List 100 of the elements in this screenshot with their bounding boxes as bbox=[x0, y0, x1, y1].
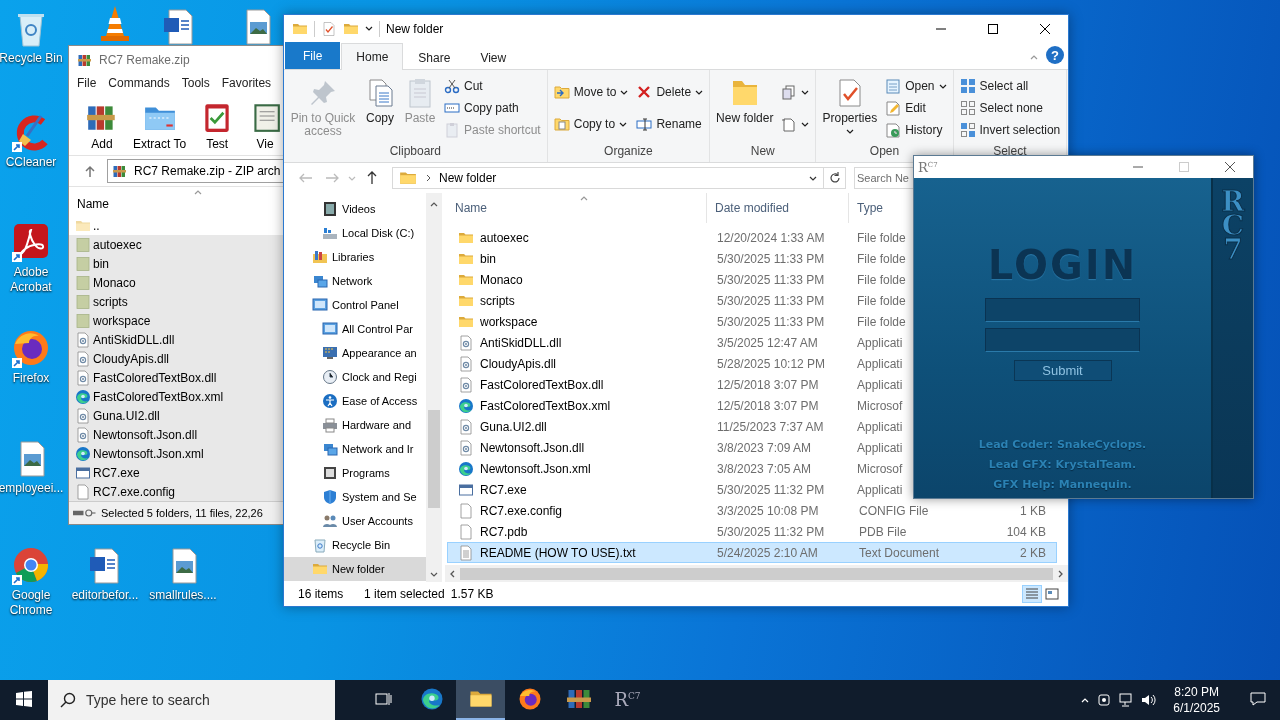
file-row[interactable]: RC7.exe.config bbox=[69, 482, 283, 501]
clock-date[interactable]: 6/1/2025 bbox=[1173, 700, 1220, 716]
file-row[interactable]: Guna.UI2.dll 11/25/2023 7:37 AM Applicati bbox=[447, 416, 911, 437]
ribbon-button[interactable]: Copy path bbox=[441, 97, 544, 119]
scrollbar-thumb[interactable] bbox=[428, 410, 440, 508]
nav-item[interactable]: Ease of Access bbox=[284, 389, 426, 413]
menu-item[interactable]: Favorites bbox=[215, 74, 278, 92]
ribbon-button[interactable]: Properties bbox=[819, 73, 881, 144]
file-row[interactable]: RC7.exe 5/30/2025 11:32 PM Applicati bbox=[447, 479, 911, 500]
ribbon-button[interactable]: Move to bbox=[550, 81, 632, 103]
toolbar-button[interactable]: Add bbox=[79, 100, 125, 151]
ribbon-button[interactable]: New folder bbox=[713, 73, 777, 144]
file-row[interactable]: CloudyApis.dll 5/28/2025 10:12 PM Applicati bbox=[447, 353, 911, 374]
nav-item[interactable]: Clock and Regi bbox=[284, 365, 426, 389]
file-row[interactable]: AntiSkidDLL.dll 3/5/2025 12:47 AM Applicati bbox=[447, 332, 911, 353]
ribbon-button[interactable]: Invert selection bbox=[956, 119, 1064, 141]
ribbon-button[interactable]: Select all bbox=[956, 75, 1064, 97]
column-header[interactable]: Type bbox=[849, 193, 905, 223]
nav-item[interactable]: Videos bbox=[284, 197, 426, 221]
file-row[interactable]: RC7.exe bbox=[69, 463, 283, 482]
file-row[interactable]: autoexec bbox=[69, 235, 283, 254]
nav-item[interactable]: User Accounts bbox=[284, 509, 426, 533]
file-row[interactable]: RC7.pdb 5/30/2025 11:32 PM PDB File 104 KB bbox=[447, 521, 1057, 542]
nav-item[interactable]: All Control Par bbox=[284, 317, 426, 341]
menu-item[interactable]: Tools bbox=[175, 74, 216, 92]
file-row[interactable]: bin 5/30/2025 11:33 PM File folde bbox=[447, 248, 911, 269]
ribbon-tab[interactable]: Home bbox=[341, 43, 404, 70]
file-row[interactable]: RC7.exe.config 3/3/2025 10:08 PM CONFIG File 1 KB bbox=[447, 500, 1057, 521]
ribbon-tab[interactable]: View bbox=[465, 44, 522, 70]
submit-button[interactable]: Submit bbox=[1013, 360, 1112, 381]
file-row[interactable]: FastColoredTextBox.xml 12/5/2018 3:07 PM Microsof bbox=[447, 395, 911, 416]
taskbar-app-button[interactable]: R$^{C7}$ bbox=[603, 680, 652, 720]
file-row[interactable]: AntiSkidDLL.dll bbox=[69, 330, 283, 349]
ribbon-button[interactable]: Edit bbox=[882, 97, 950, 119]
file-row[interactable]: FastColoredTextBox.dll 12/5/2018 3:07 PM Applicati bbox=[447, 374, 911, 395]
file-row[interactable]: Newtonsoft.Json.xml 3/8/2023 7:05 AM Microsof bbox=[447, 458, 911, 479]
file-row[interactable]: Newtonsoft.Json.xml bbox=[69, 444, 283, 463]
ribbon-button[interactable]: History bbox=[882, 119, 950, 141]
nav-item[interactable]: Recycle Bin bbox=[284, 533, 426, 557]
address-field[interactable]: RC7 Remake.zip - ZIP arch bbox=[107, 159, 283, 183]
nav-item[interactable]: New folder bbox=[284, 557, 426, 581]
file-row[interactable]: bin bbox=[69, 254, 283, 273]
file-row[interactable]: README (HOW TO USE).txt 5/24/2025 2:10 AM Text Document 2 KB bbox=[447, 542, 1057, 563]
file-row[interactable]: CloudyApis.dll bbox=[69, 349, 283, 368]
ribbon-button[interactable]: Select none bbox=[956, 97, 1064, 119]
nav-item[interactable]: Hardware and bbox=[284, 413, 426, 437]
ribbon-tab[interactable]: Share bbox=[403, 44, 466, 70]
file-row[interactable]: workspace bbox=[69, 311, 283, 330]
refresh-button[interactable] bbox=[824, 167, 846, 189]
column-header[interactable]: Date modified bbox=[707, 193, 849, 223]
nav-item[interactable]: System and Se bbox=[284, 485, 426, 509]
menu-item[interactable]: Commands bbox=[102, 74, 176, 92]
column-header-label[interactable]: Name bbox=[77, 197, 109, 211]
nav-item[interactable]: Local Disk (C:) bbox=[284, 221, 426, 245]
ribbon-button[interactable]: Delete bbox=[633, 81, 707, 103]
column-header[interactable]: Name bbox=[69, 187, 283, 214]
horizontal-scrollbar[interactable] bbox=[445, 565, 1068, 582]
password-field[interactable] bbox=[985, 328, 1140, 352]
file-row[interactable]: FastColoredTextBox.xml bbox=[69, 387, 283, 406]
clock-time[interactable]: 8:20 PM bbox=[1174, 684, 1219, 700]
file-row[interactable]: autoexec 12/20/2024 1:33 AM File folde bbox=[447, 227, 911, 248]
toolbar-button[interactable]: Test bbox=[194, 100, 241, 151]
file-row[interactable]: Guna.UI2.dll bbox=[69, 406, 283, 425]
nav-item[interactable]: Control Panel bbox=[284, 293, 426, 317]
document-reader-icon[interactable] bbox=[11, 222, 51, 262]
search-field[interactable]: Search Ne bbox=[854, 167, 914, 189]
file-row[interactable]: scripts 5/30/2025 11:33 PM File folde bbox=[447, 290, 911, 311]
file-row[interactable]: Newtonsoft.Json.dll 3/8/2023 7:09 AM Applicati bbox=[447, 437, 911, 458]
nav-item[interactable]: Network bbox=[284, 269, 426, 293]
username-field[interactable] bbox=[985, 298, 1140, 322]
nav-item[interactable]: Programs bbox=[284, 461, 426, 485]
browser-icon[interactable] bbox=[11, 545, 51, 585]
file-row[interactable]: .. bbox=[69, 216, 283, 235]
menu-item[interactable]: File bbox=[71, 74, 103, 92]
address-bar[interactable]: New folder bbox=[392, 167, 824, 189]
nav-item[interactable]: Network and Ir bbox=[284, 437, 426, 461]
properties-icon[interactable] bbox=[321, 20, 337, 37]
nav-item[interactable]: Libraries bbox=[284, 245, 426, 269]
file-row[interactable]: FastColoredTextBox.dll bbox=[69, 368, 283, 387]
ribbon-button[interactable]: Copy to bbox=[550, 113, 632, 135]
search-field[interactable]: Type here to search bbox=[48, 680, 335, 720]
file-menu-button[interactable]: File bbox=[285, 42, 341, 69]
view-button[interactable] bbox=[1022, 585, 1042, 603]
file-row[interactable]: Monaco bbox=[69, 273, 283, 292]
nav-item[interactable]: Appearance an bbox=[284, 341, 426, 365]
ribbon-button[interactable]: Cut bbox=[441, 75, 544, 97]
file-row[interactable]: Monaco 5/30/2025 11:33 PM File folde bbox=[447, 269, 911, 290]
file-row[interactable]: Newtonsoft.Json.dll bbox=[69, 425, 283, 444]
column-header[interactable]: Name bbox=[447, 193, 707, 223]
scrollbar[interactable] bbox=[426, 193, 442, 582]
browser-icon[interactable] bbox=[11, 328, 51, 368]
ribbon-button[interactable]: Copy bbox=[361, 73, 399, 144]
file-row[interactable]: workspace 5/30/2025 11:33 PM File folde bbox=[447, 311, 911, 332]
ribbon-button[interactable]: Open bbox=[882, 75, 950, 97]
file-row[interactable]: scripts bbox=[69, 292, 283, 311]
view-button[interactable] bbox=[1042, 585, 1062, 603]
taskbar-app-button[interactable] bbox=[456, 680, 505, 720]
ribbon-button[interactable]: Rename bbox=[633, 113, 707, 135]
toolbar-button[interactable]: Extract To bbox=[127, 100, 193, 151]
help-button[interactable]: ? bbox=[1046, 46, 1064, 64]
